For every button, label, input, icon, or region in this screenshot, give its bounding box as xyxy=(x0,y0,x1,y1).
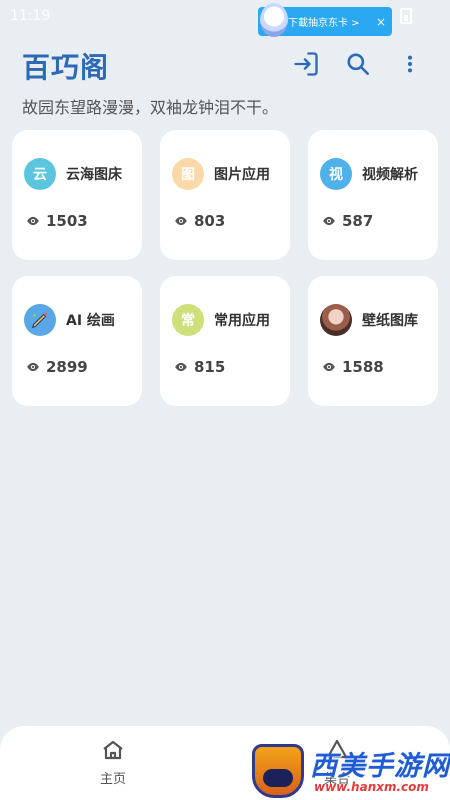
ad-text: 下載抽京东卡 > xyxy=(288,18,360,29)
card-label: AI 绘画 xyxy=(66,313,115,329)
eye-icon xyxy=(27,216,39,226)
paint-brush-icon xyxy=(24,304,56,336)
card-wallpaper-gallery[interactable]: 壁纸图库 1588 xyxy=(308,276,438,406)
nav-label-home: 主页 xyxy=(99,772,126,787)
card-label: 云海图床 xyxy=(66,167,122,183)
view-count: 1588 xyxy=(342,358,384,376)
ad-close-button[interactable]: × xyxy=(376,15,386,29)
watermark-logo xyxy=(252,744,304,798)
card-label: 图片应用 xyxy=(214,167,270,183)
watermark-url: www.hanxm.com xyxy=(314,780,429,794)
more-vert-icon xyxy=(407,55,413,73)
common-badge-icon: 常 xyxy=(172,304,204,336)
video-badge-icon: 视 xyxy=(320,158,352,190)
subtitle-quote: 故园东望路漫漫，双袖龙钟泪不干。 xyxy=(22,98,279,117)
header-actions xyxy=(274,48,430,80)
eye-icon xyxy=(27,362,39,372)
view-count: 803 xyxy=(194,212,226,230)
card-label: 常用应用 xyxy=(214,313,270,329)
ad-banner[interactable]: 下載抽京东卡 > × xyxy=(258,3,392,37)
ad-avatar xyxy=(260,3,288,37)
login-button[interactable] xyxy=(286,48,326,80)
card-image-apps[interactable]: 图 图片应用 803 xyxy=(160,130,290,260)
card-label: 壁纸图库 xyxy=(362,313,418,329)
card-label: 视频解析 xyxy=(362,167,418,183)
eye-icon xyxy=(323,362,335,372)
more-button[interactable] xyxy=(390,48,430,80)
battery-icon xyxy=(400,8,412,24)
view-count: 587 xyxy=(342,212,374,230)
search-icon xyxy=(347,53,370,76)
gamepad-icon xyxy=(263,769,293,787)
home-icon xyxy=(103,740,123,760)
cloud-badge-icon: 云 xyxy=(24,158,56,190)
status-time: 11:19 xyxy=(10,8,51,24)
login-icon xyxy=(294,52,318,76)
eye-icon xyxy=(175,216,187,226)
nav-item-home[interactable]: 主页 xyxy=(73,738,153,787)
image-badge-icon: 图 xyxy=(172,158,204,190)
eye-icon xyxy=(323,216,335,226)
view-count: 1503 xyxy=(46,212,88,230)
wallpaper-avatar-icon xyxy=(320,304,352,336)
card-ai-drawing[interactable]: AI 绘画 2899 xyxy=(12,276,142,406)
search-button[interactable] xyxy=(338,48,378,80)
watermark-title: 西美手游网 xyxy=(310,751,450,782)
eye-icon xyxy=(175,362,187,372)
view-count: 2899 xyxy=(46,358,88,376)
card-cloud-image-host[interactable]: 云 云海图床 1503 xyxy=(12,130,142,260)
card-video-parse[interactable]: 视 视频解析 587 xyxy=(308,130,438,260)
view-count: 815 xyxy=(194,358,226,376)
site-watermark: 西美手游网 www.hanxm.com xyxy=(252,738,450,800)
card-common-apps[interactable]: 常 常用应用 815 xyxy=(160,276,290,406)
page-title: 百巧阁 xyxy=(22,51,110,84)
